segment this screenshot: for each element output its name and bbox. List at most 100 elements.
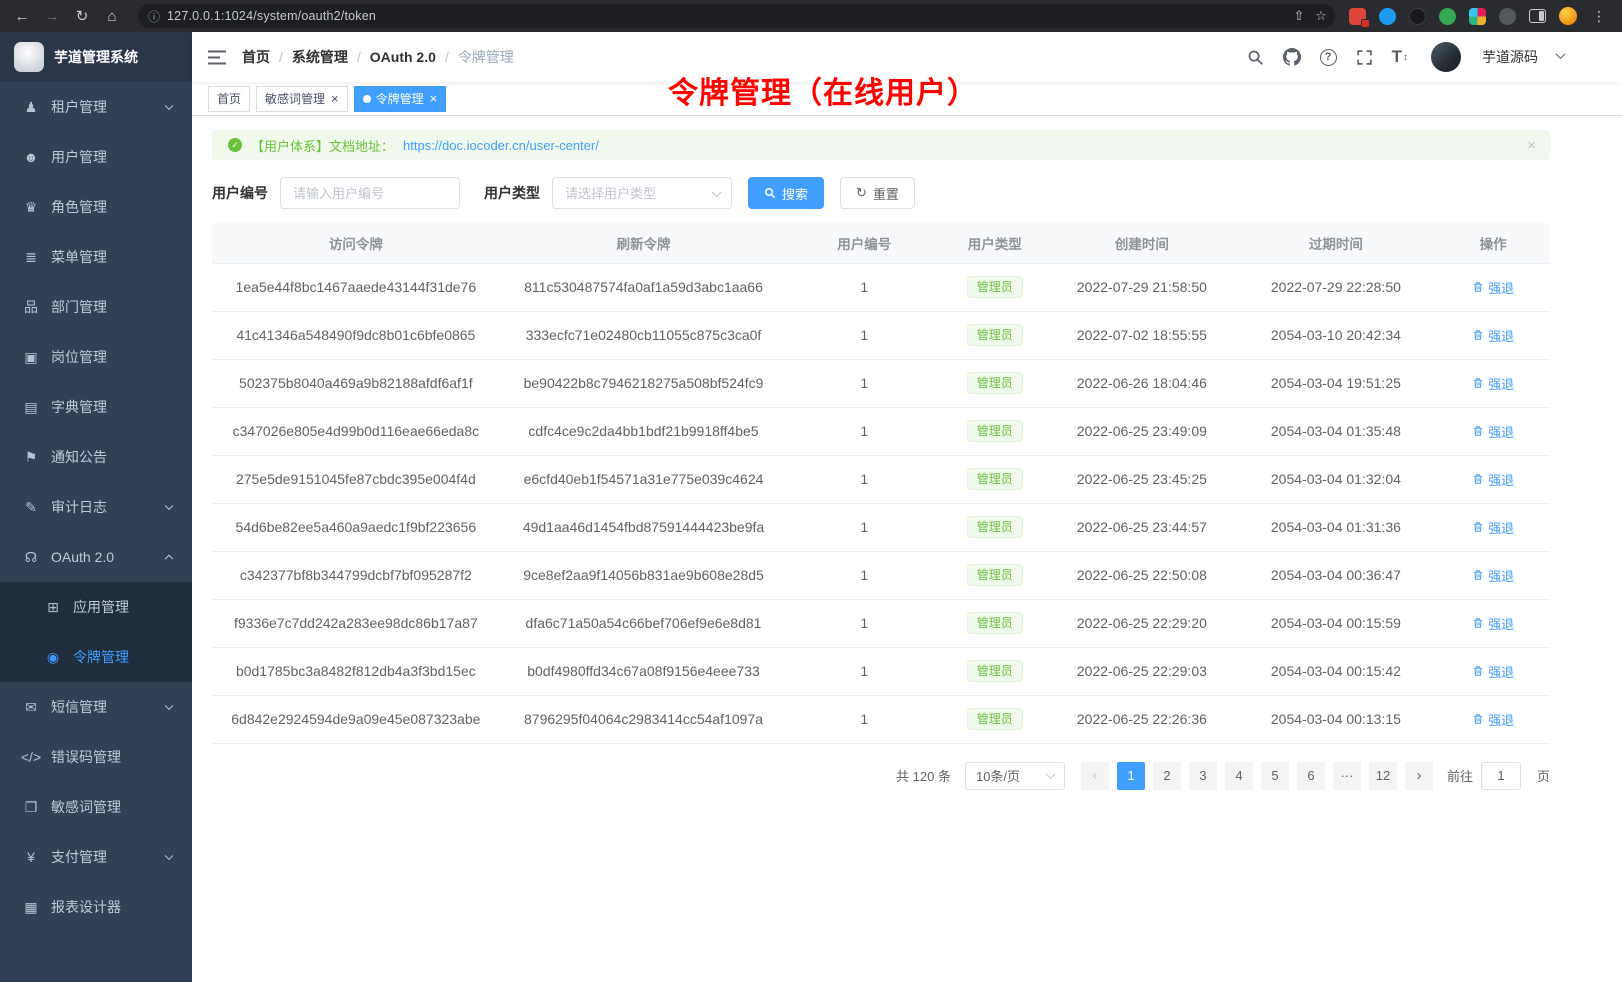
- extension-icon-6[interactable]: [1499, 8, 1516, 25]
- tab[interactable]: 令牌管理 ×: [354, 86, 447, 112]
- extension-icon-1[interactable]: [1349, 8, 1366, 25]
- home-icon[interactable]: ⌂: [100, 4, 124, 28]
- extension-icon-4[interactable]: [1439, 8, 1456, 25]
- github-icon[interactable]: [1283, 48, 1301, 66]
- user-type-cell: 管理员: [941, 455, 1048, 503]
- sidebar-item[interactable]: ▤ 字典管理: [0, 382, 192, 432]
- force-logout-button[interactable]: 强退: [1472, 710, 1514, 729]
- force-logout-button[interactable]: 强退: [1472, 566, 1514, 585]
- breadcrumb-item[interactable]: 令牌管理: [458, 47, 514, 67]
- tab[interactable]: 首页 ×: [208, 86, 250, 112]
- menu-icon: </>: [20, 749, 42, 765]
- sidebar-item[interactable]: ▦ 报表设计器: [0, 882, 192, 932]
- sidebar-item-label: 错误码管理: [51, 747, 121, 767]
- force-logout-button[interactable]: 强退: [1472, 518, 1514, 537]
- create-time-cell: 2022-07-02 18:55:55: [1048, 311, 1235, 359]
- goto-page-input[interactable]: [1481, 762, 1521, 790]
- page-button[interactable]: 5: [1261, 762, 1289, 790]
- trash-icon: [1472, 329, 1484, 341]
- browser-menu-icon[interactable]: ⋮: [1590, 8, 1608, 25]
- page-button[interactable]: ···: [1333, 762, 1361, 790]
- force-logout-button[interactable]: 强退: [1472, 374, 1514, 393]
- browser-profile-avatar[interactable]: [1559, 7, 1577, 25]
- action-cell: 强退: [1436, 503, 1550, 551]
- sidebar-item[interactable]: ♟ 租户管理: [0, 82, 192, 132]
- sidebar-item[interactable]: ⊞ 应用管理: [0, 582, 192, 632]
- sidebar-item[interactable]: 品 部门管理: [0, 282, 192, 332]
- side-panel-icon[interactable]: [1529, 9, 1546, 23]
- force-logout-button[interactable]: 强退: [1472, 422, 1514, 441]
- sidebar-item[interactable]: ✎ 审计日志: [0, 482, 192, 532]
- page-button[interactable]: 12: [1369, 762, 1397, 790]
- info-icon[interactable]: ⓘ: [148, 8, 160, 25]
- sidebar-item[interactable]: ¥ 支付管理: [0, 832, 192, 882]
- breadcrumb-item[interactable]: 系统管理: [292, 47, 370, 67]
- user-id-input[interactable]: [280, 177, 460, 209]
- page-content: ✓ 【用户体系】文档地址： https://doc.iocoder.cn/use…: [192, 116, 1622, 982]
- extension-icon-3[interactable]: [1409, 8, 1426, 25]
- doc-link[interactable]: https://doc.iocoder.cn/user-center/: [403, 138, 599, 153]
- prev-page-button[interactable]: ‹: [1081, 762, 1109, 790]
- sidebar-item[interactable]: ☻ 用户管理: [0, 132, 192, 182]
- next-page-button[interactable]: ›: [1405, 762, 1433, 790]
- expire-time-cell: 2054-03-04 00:13:15: [1236, 695, 1437, 743]
- page-button[interactable]: 4: [1225, 762, 1253, 790]
- sidebar-item-label: 部门管理: [51, 297, 107, 317]
- page-button[interactable]: 1: [1117, 762, 1145, 790]
- tab[interactable]: 敏感词管理 ×: [256, 86, 348, 112]
- forward-icon[interactable]: →: [40, 4, 64, 28]
- force-logout-label: 强退: [1488, 422, 1514, 441]
- force-logout-button[interactable]: 强退: [1472, 470, 1514, 489]
- sidebar-item[interactable]: ✉ 短信管理: [0, 682, 192, 732]
- share-icon[interactable]: ⇧: [1289, 6, 1309, 26]
- address-bar[interactable]: ⓘ 127.0.0.1:1024/system/oauth2/token ⇧ ☆: [138, 4, 1335, 28]
- extension-icon-2[interactable]: [1379, 8, 1396, 25]
- sidebar-item[interactable]: ⚑ 通知公告: [0, 432, 192, 482]
- sidebar-item[interactable]: ▣ 岗位管理: [0, 332, 192, 382]
- force-logout-button[interactable]: 强退: [1472, 662, 1514, 681]
- refresh-token-cell: 9ce8ef2aa9f14056b831ae9b608e28d5: [500, 551, 788, 599]
- refresh-token-cell: be90422b8c7946218275a508bf524fc9: [500, 359, 788, 407]
- page-button[interactable]: 3: [1189, 762, 1217, 790]
- force-logout-button[interactable]: 强退: [1472, 278, 1514, 297]
- user-type-select[interactable]: [552, 177, 732, 209]
- create-time-cell: 2022-06-25 23:45:25: [1048, 455, 1235, 503]
- sidebar-toggle-icon[interactable]: [192, 50, 242, 65]
- help-icon[interactable]: ?: [1320, 49, 1337, 66]
- browser-chrome: ← → ↻ ⌂ ⓘ 127.0.0.1:1024/system/oauth2/t…: [0, 0, 1622, 32]
- chevron-down-icon[interactable]: [1556, 49, 1566, 59]
- table-row: b0d1785bc3a8482f812db4a3f3bd15ec b0df498…: [212, 647, 1550, 695]
- sidebar-item[interactable]: ❐ 敏感词管理: [0, 782, 192, 832]
- page-button[interactable]: 6: [1297, 762, 1325, 790]
- reset-button[interactable]: ↻ 重置: [840, 177, 915, 209]
- user-type-cell: 管理员: [941, 551, 1048, 599]
- sidebar-item[interactable]: ◉ 令牌管理: [0, 632, 192, 682]
- alert-close-icon[interactable]: ×: [1527, 137, 1536, 154]
- menu-icon: ▦: [20, 899, 42, 916]
- sidebar-item[interactable]: </> 错误码管理: [0, 732, 192, 782]
- page-size-select[interactable]: 10条/页: [965, 762, 1065, 790]
- force-logout-button[interactable]: 强退: [1472, 614, 1514, 633]
- user-avatar[interactable]: [1431, 42, 1461, 72]
- search-button[interactable]: 搜索: [748, 177, 824, 209]
- bookmark-star-icon[interactable]: ☆: [1311, 6, 1331, 26]
- reload-icon[interactable]: ↻: [70, 4, 94, 28]
- close-icon[interactable]: ×: [430, 92, 438, 105]
- extension-icon-5[interactable]: [1469, 8, 1486, 25]
- font-size-icon[interactable]: T↕: [1392, 47, 1408, 67]
- back-icon[interactable]: ←: [10, 4, 34, 28]
- menu-icon: ▤: [20, 399, 42, 416]
- user-type-select-input[interactable]: [552, 177, 732, 209]
- page-button[interactable]: 2: [1153, 762, 1181, 790]
- fullscreen-icon[interactable]: [1356, 49, 1373, 66]
- force-logout-button[interactable]: 强退: [1472, 326, 1514, 345]
- sidebar-item[interactable]: ≣ 菜单管理: [0, 232, 192, 282]
- search-icon[interactable]: [1247, 49, 1264, 66]
- sidebar-item[interactable]: ♛ 角色管理: [0, 182, 192, 232]
- close-icon[interactable]: ×: [331, 92, 339, 105]
- sidebar-item[interactable]: ☊ OAuth 2.0: [0, 532, 192, 582]
- breadcrumb-item[interactable]: OAuth 2.0: [370, 49, 458, 65]
- app-logo[interactable]: 芋道管理系统: [0, 32, 192, 82]
- breadcrumb-item[interactable]: 首页: [242, 47, 292, 67]
- search-form: 用户编号 用户类型 搜索 ↻ 重置: [212, 177, 1550, 209]
